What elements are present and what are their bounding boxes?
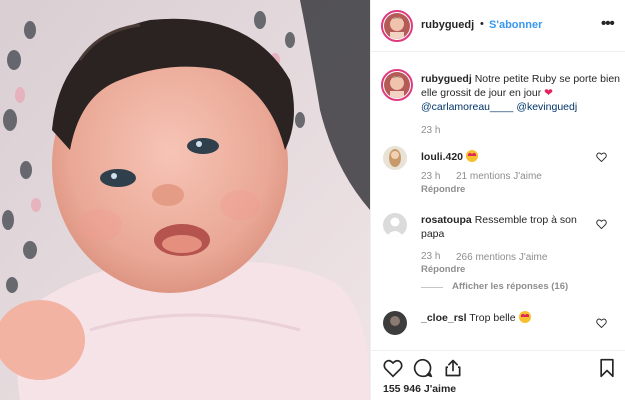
baby-photo-illustration — [0, 0, 370, 400]
red-heart-emoji: ❤ — [544, 87, 553, 99]
comment-icon[interactable] — [413, 358, 433, 378]
comment-avatar[interactable] — [383, 146, 407, 170]
heart-eyes-emoji — [518, 311, 531, 323]
comment-avatar[interactable] — [383, 213, 407, 237]
heart-eyes-emoji — [465, 150, 478, 162]
post-photo[interactable] — [0, 0, 370, 400]
avatar-image — [383, 146, 407, 170]
caption-mention[interactable]: @kevinguedj — [516, 101, 577, 113]
comment-text: Trop belle — [469, 312, 516, 324]
view-replies-button[interactable]: Afficher les réponses (16) — [452, 281, 568, 292]
comment-likes[interactable]: 266 mentions J'aime — [456, 252, 547, 263]
follow-button[interactable]: S'abonner — [489, 19, 542, 31]
comment-username[interactable]: _cloe_rsl — [421, 312, 467, 324]
avatar-image — [384, 72, 410, 98]
comment-username[interactable]: louli.420 — [421, 151, 463, 163]
comment: louli.420 — [421, 150, 591, 164]
avatar-image — [383, 311, 407, 335]
comment-avatar[interactable] — [383, 311, 407, 335]
comment-like-heart-icon[interactable] — [596, 318, 607, 328]
comment-time[interactable]: 23 h — [421, 171, 440, 182]
bookmark-icon[interactable] — [597, 358, 617, 378]
replies-divider — [421, 287, 443, 288]
post-side-panel: rubyguedj • S'abonner ••• rubyguedj Notr… — [370, 0, 625, 400]
more-options-icon[interactable]: ••• — [601, 15, 615, 32]
post-actions: 155 946 J'aime — [371, 350, 625, 400]
header-username[interactable]: rubyguedj — [421, 19, 474, 31]
comment-likes[interactable]: 21 mentions J'aime — [456, 171, 542, 182]
default-avatar-icon — [383, 213, 407, 237]
avatar-image — [384, 13, 410, 39]
reply-button[interactable]: Répondre — [421, 264, 465, 275]
comment: rosatoupa Ressemble trop à son papa — [421, 213, 591, 241]
comments-list[interactable]: rubyguedj Notre petite Ruby se porte bie… — [371, 53, 625, 350]
share-icon[interactable] — [443, 358, 463, 378]
post-header: rubyguedj • S'abonner ••• — [371, 0, 625, 52]
caption-time[interactable]: 23 h — [421, 125, 440, 136]
caption-avatar[interactable] — [381, 69, 413, 101]
comment-like-heart-icon[interactable] — [596, 219, 607, 229]
comment-username[interactable]: rosatoupa — [421, 214, 472, 226]
comment: _cloe_rsl Trop belle — [421, 311, 591, 325]
reply-button[interactable]: Répondre — [421, 184, 465, 195]
likes-count[interactable]: 155 946 J'aime — [383, 383, 456, 395]
header-avatar[interactable] — [381, 10, 413, 42]
header-separator: • — [480, 18, 484, 30]
heart-icon[interactable] — [383, 358, 403, 378]
comment-time[interactable]: 23 h — [421, 251, 440, 262]
comment-like-heart-icon[interactable] — [596, 152, 607, 162]
caption-mention[interactable]: @carlamoreau____ — [421, 101, 513, 113]
caption: rubyguedj Notre petite Ruby se porte bie… — [421, 72, 621, 114]
caption-username[interactable]: rubyguedj — [421, 73, 472, 85]
